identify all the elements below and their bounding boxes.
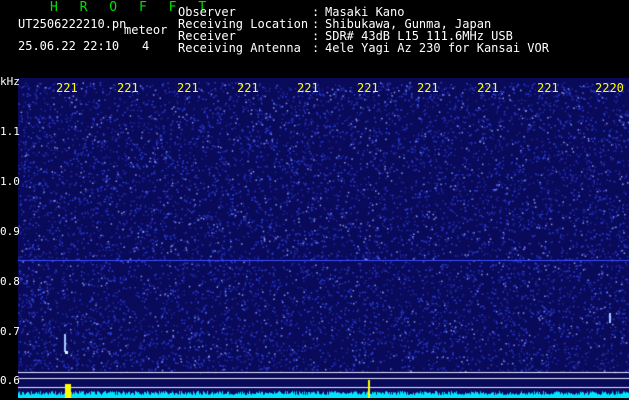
detection-count: 4 — [142, 39, 150, 53]
x-tick: 221 — [477, 81, 499, 95]
x-tick: 221 — [237, 81, 259, 95]
x-tick: 221 — [56, 81, 78, 95]
x-tick: 221 — [297, 81, 319, 95]
date-time: 25.06.22 22:10 — [18, 39, 120, 53]
y-tick: 0.9 — [0, 225, 20, 238]
antenna-value: 4ele Yagi Az 230 for Kansai VOR — [325, 41, 549, 55]
x-tick: 221 — [357, 81, 379, 95]
meteor-tag: meteor — [124, 23, 168, 37]
antenna-colon: : — [312, 41, 320, 55]
y-tick: 1.0 — [0, 175, 20, 188]
x-tick: 221 — [117, 81, 139, 95]
file-name: UT2506222210.pn — [18, 17, 127, 31]
spectrogram-plot — [18, 78, 629, 398]
y-tick: 0.8 — [0, 275, 20, 288]
y-tick: 1.1 — [0, 125, 20, 138]
x-tick: 221 — [537, 81, 559, 95]
y-tick: 0.6 — [0, 374, 20, 387]
antenna-label: Receiving Antenna — [178, 41, 301, 55]
y-tick: 0.7 — [0, 325, 20, 338]
x-tick: 221 — [177, 81, 199, 95]
x-tick: 2220 — [595, 81, 624, 95]
x-tick: 221 — [417, 81, 439, 95]
y-axis-unit: kHz — [0, 75, 20, 88]
